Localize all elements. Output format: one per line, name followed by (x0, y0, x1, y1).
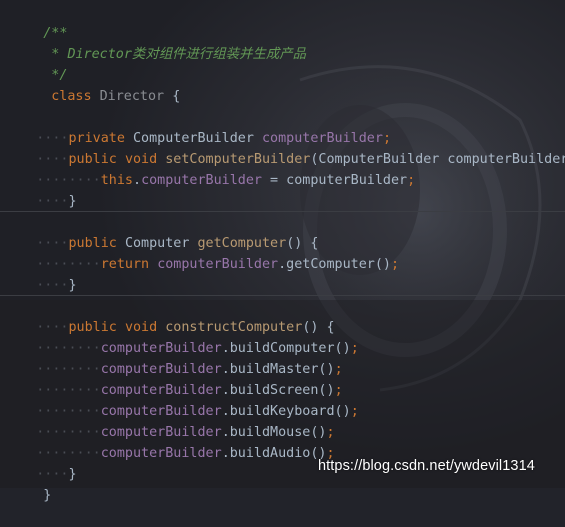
field-ref: computerBuilder (157, 257, 279, 272)
code-line-3: */ (11, 44, 67, 83)
code-line-6: ····private ComputerBuilder computerBuil… (4, 107, 391, 146)
code-line-8: ········this.computerBuilder = computerB… (36, 173, 416, 188)
class-name: Director (99, 89, 165, 104)
code-line-22: ····} (4, 443, 76, 482)
code-line-11: ····public Computer getComputer() { (4, 212, 318, 251)
code-line-15: ····public void constructComputer() { (4, 296, 334, 335)
close-brace: } (68, 194, 77, 209)
this-keyword: this (100, 173, 133, 188)
class-close-brace: } (43, 488, 52, 503)
code-line-4: class Director { (19, 65, 180, 104)
code-line-12: ········return computerBuilder.getComput… (4, 233, 399, 272)
code-line-1: /** (11, 2, 67, 41)
field-ref: computerBuilder (141, 173, 262, 188)
semicolon: ; (391, 257, 400, 272)
code-line-19: ········computerBuilder.buildKeyboard(); (4, 380, 359, 419)
class-keyword: class (51, 89, 92, 104)
code-line-13: ····} (4, 254, 76, 293)
close-brace: } (68, 467, 77, 482)
close-brace: } (68, 278, 77, 293)
semicolon: ; (350, 341, 359, 356)
method-call: .getComputer() (278, 257, 391, 272)
code-line-2: * Director类对组件进行组装并生成产品 (11, 23, 306, 62)
code-line-23: } (11, 464, 51, 503)
code-line-9: ····} (4, 170, 76, 209)
code-line-18: ········computerBuilder.buildScreen(); (4, 359, 342, 398)
code-line-17: ········computerBuilder.buildMaster(); (4, 338, 342, 377)
build-call: .buildAudio() (221, 446, 327, 461)
code-editor[interactable]: /** * Director类对组件进行组装并生成产品 */ class Dir… (0, 0, 565, 503)
semicolon: ; (407, 173, 416, 188)
javadoc-description: Director类对组件进行组装并生成产品 (67, 47, 307, 62)
indent-marker: ···· (36, 278, 69, 293)
return-keyword: return (100, 257, 150, 272)
field-ref: computerBuilder (100, 446, 222, 461)
watermark: https://blog.csdn.net/ywdevil1314 (318, 458, 535, 474)
code-line-7: ····public void setComputerBuilder(Compu… (4, 128, 565, 167)
assignment: = computerBuilder (262, 173, 408, 188)
code-line-20: ········computerBuilder.buildMouse(); (4, 401, 334, 440)
open-brace: { (172, 89, 181, 104)
indent-marker: ···· (36, 194, 69, 209)
semicolon: ; (350, 404, 359, 419)
code-line-16: ········computerBuilder.buildComputer(); (4, 317, 359, 356)
code-line-21: ········computerBuilder.buildAudio(); (4, 422, 334, 461)
